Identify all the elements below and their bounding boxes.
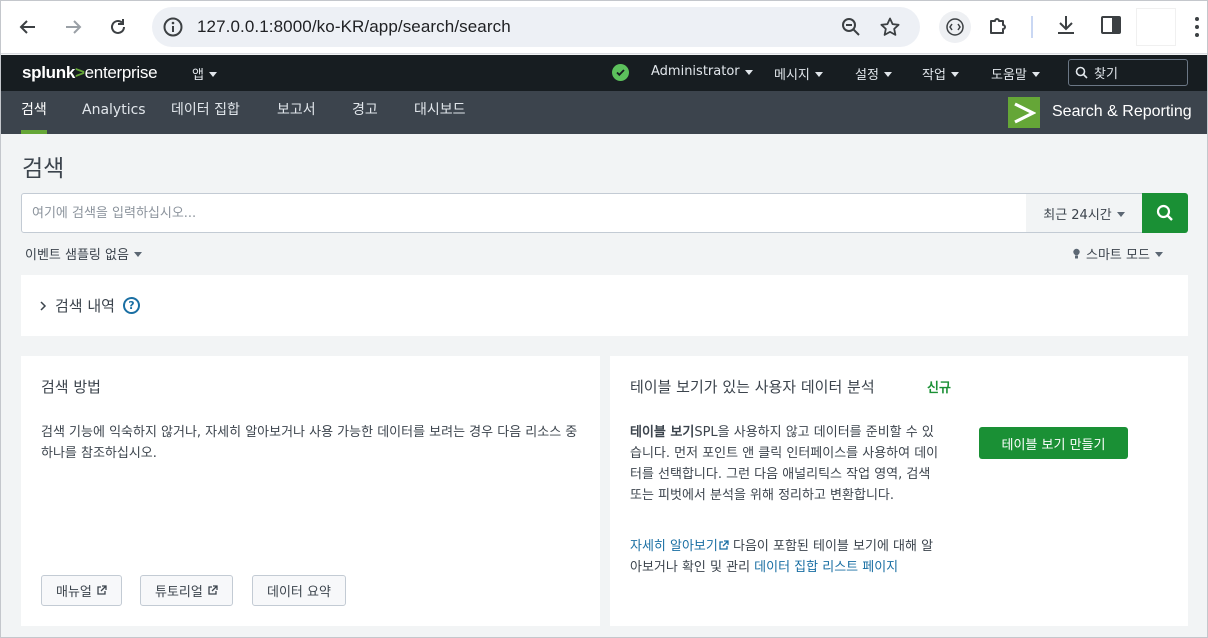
caret-down-icon bbox=[744, 70, 753, 75]
tab-alerts[interactable]: 경고 bbox=[352, 91, 378, 134]
search-history-panel: 검색 내역 ? bbox=[21, 275, 1188, 336]
new-badge: 신규 bbox=[927, 381, 951, 396]
splunk-system-bar: splunk>enterprise 앱 Administrator 메시지 설정… bbox=[0, 55, 1208, 91]
caret-down-icon bbox=[1031, 72, 1040, 77]
reload-icon bbox=[111, 19, 125, 34]
tab-search[interactable]: 검색 bbox=[21, 91, 47, 134]
dataset-list-link[interactable]: 데이터 집합 리스트 페이지 bbox=[754, 560, 898, 575]
splunk-logo[interactable]: splunk>enterprise bbox=[22, 63, 158, 83]
learn-more-text: 자세히 알아보기 다음이 포함된 테이블 보기에 대해 알아보거나 확인 및 관… bbox=[630, 539, 934, 575]
caret-down-icon bbox=[1154, 252, 1163, 257]
search-mode-dropdown[interactable]: 스마트 모드 bbox=[1072, 244, 1163, 263]
create-table-view-button[interactable]: 테이블 보기 만들기 bbox=[979, 427, 1128, 459]
download-icon[interactable] bbox=[1054, 13, 1078, 41]
caret-down-icon bbox=[1116, 211, 1125, 217]
find-input[interactable]: 찾기 bbox=[1068, 59, 1188, 86]
profile-avatar[interactable] bbox=[1136, 8, 1176, 46]
messages-menu[interactable]: 메시지 bbox=[774, 64, 823, 83]
bookmark-star-icon[interactable] bbox=[879, 16, 901, 42]
card-description: 테이블 보기SPL을 사용하지 않고 데이터를 준비할 수 있습니다. 먼저 포… bbox=[630, 425, 939, 503]
search-icon bbox=[1075, 66, 1088, 79]
learn-more-link[interactable]: 자세히 알아보기 bbox=[630, 539, 718, 554]
lightbulb-icon bbox=[1073, 248, 1080, 258]
tab-analytics[interactable]: Analytics bbox=[82, 91, 146, 134]
site-info-icon[interactable] bbox=[162, 16, 184, 42]
back-button[interactable] bbox=[12, 11, 44, 43]
search-button[interactable] bbox=[1142, 193, 1188, 233]
caret-down-icon bbox=[950, 72, 959, 77]
card-description: 검색 기능에 익숙하지 않거나, 자세히 알아보거나 사용 가능한 데이터를 보… bbox=[41, 425, 578, 461]
tab-datasets[interactable]: 데이터 집합 bbox=[171, 91, 240, 134]
user-menu[interactable]: Administrator bbox=[651, 64, 753, 79]
table-views-card: 테이블 보기가 있는 사용자 데이터 분석 신규 테이블 보기SPL을 사용하지… bbox=[610, 356, 1188, 626]
activity-menu[interactable]: 작업 bbox=[922, 64, 959, 83]
tab-dashboards[interactable]: 대시보드 bbox=[414, 91, 466, 134]
data-summary-button[interactable]: 데이터 요약 bbox=[252, 575, 346, 606]
reload-button[interactable] bbox=[102, 11, 134, 43]
app-navigation: 검색 Analytics 데이터 집합 보고서 경고 대시보드 Search &… bbox=[0, 91, 1208, 134]
app-name[interactable]: Search & Reporting bbox=[1052, 103, 1192, 121]
how-to-search-card: 검색 방법 검색 기능에 익숙하지 않거나, 자세히 알아보거나 사용 가능한 … bbox=[21, 356, 600, 626]
caret-down-icon bbox=[814, 72, 823, 77]
more-menu-icon[interactable] bbox=[1194, 14, 1200, 44]
forward-button[interactable] bbox=[57, 11, 89, 43]
apps-menu[interactable]: 앱 bbox=[192, 64, 217, 83]
search-icon bbox=[1156, 204, 1173, 221]
arrow-left-icon bbox=[19, 20, 35, 34]
card-title: 테이블 보기가 있는 사용자 데이터 분석 bbox=[630, 378, 875, 396]
search-input[interactable] bbox=[21, 193, 1027, 233]
health-status-icon[interactable] bbox=[612, 64, 629, 81]
event-sampling-dropdown[interactable]: 이벤트 샘플링 없음 bbox=[25, 244, 142, 263]
tab-reports[interactable]: 보고서 bbox=[277, 91, 316, 134]
page-title: 검색 bbox=[22, 156, 65, 182]
extension-circle-icon[interactable] bbox=[939, 11, 971, 43]
card-title: 검색 방법 bbox=[41, 378, 101, 396]
toolbar-divider bbox=[1031, 16, 1033, 38]
time-range-picker[interactable]: 최근 24시간 bbox=[1026, 193, 1143, 233]
find-label: 찾기 bbox=[1094, 67, 1118, 82]
help-question-icon[interactable]: ? bbox=[122, 297, 140, 314]
external-link-icon bbox=[97, 585, 107, 595]
manual-button[interactable]: 매뉴얼 bbox=[41, 575, 122, 606]
caret-down-icon bbox=[133, 252, 142, 257]
zoom-icon[interactable] bbox=[840, 16, 862, 42]
search-history-toggle[interactable]: 검색 내역 ? bbox=[39, 295, 140, 316]
browser-toolbar: 127.0.0.1:8000/ko-KR/app/search/search bbox=[0, 0, 1208, 54]
caret-down-icon bbox=[208, 72, 217, 77]
side-panel-icon[interactable] bbox=[1099, 13, 1123, 41]
chevron-right-icon bbox=[40, 300, 47, 311]
tutorial-button[interactable]: 튜토리얼 bbox=[140, 575, 233, 606]
puzzle-extensions-icon[interactable] bbox=[987, 13, 1011, 41]
arrow-right-icon bbox=[66, 20, 82, 34]
app-logo-icon[interactable] bbox=[1008, 97, 1040, 128]
external-link-icon bbox=[208, 585, 218, 595]
settings-menu[interactable]: 설정 bbox=[855, 64, 892, 83]
url-text[interactable]: 127.0.0.1:8000/ko-KR/app/search/search bbox=[197, 17, 511, 37]
help-menu[interactable]: 도움말 bbox=[991, 64, 1040, 83]
external-link-icon bbox=[719, 540, 729, 550]
address-bar[interactable]: 127.0.0.1:8000/ko-KR/app/search/search bbox=[152, 7, 920, 47]
caret-down-icon bbox=[883, 72, 892, 77]
